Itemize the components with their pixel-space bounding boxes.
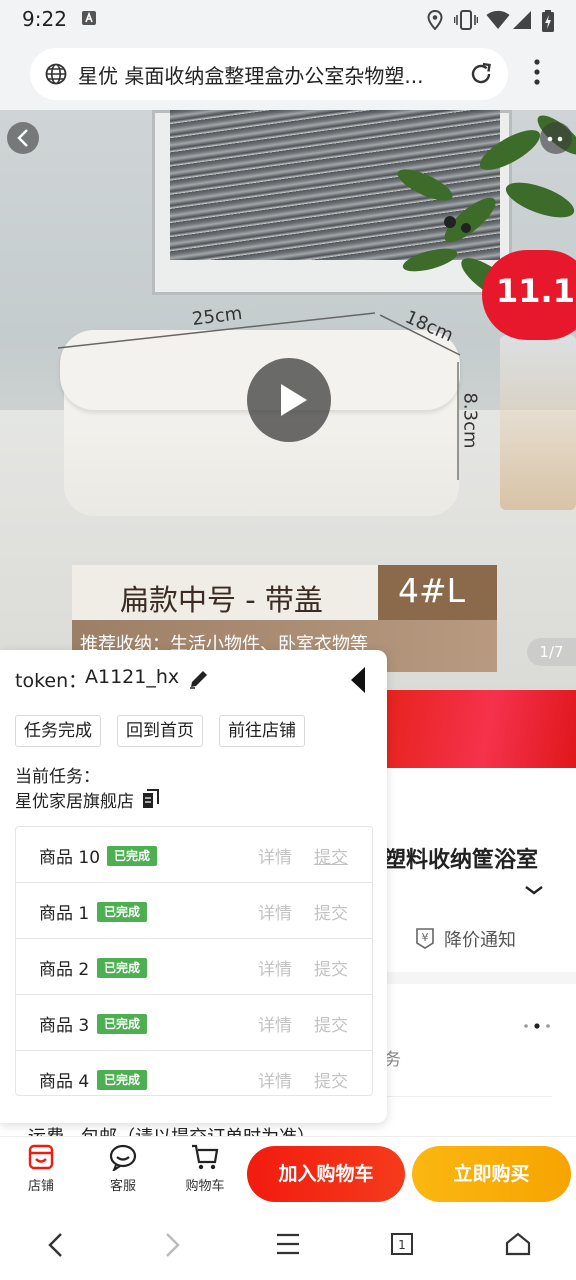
promo-badge-text: 11.11 — [496, 272, 576, 310]
caption-code: 4#L — [398, 571, 466, 610]
status-bar: 9:22 — [0, 0, 576, 40]
status-badge: 已完成 — [97, 902, 148, 922]
product-title: 塑料收纳筐浴室 — [384, 848, 539, 873]
battery-icon — [542, 10, 554, 32]
submit-link[interactable]: 提交 — [314, 1011, 348, 1036]
browser-toolbar: 星优 桌面收纳盒整理盒办公室杂物塑... — [0, 40, 576, 110]
task-item-name: 商品 2 — [39, 960, 90, 980]
back-home-button[interactable]: 回到首页 — [117, 715, 203, 747]
row-divider — [386, 1096, 552, 1097]
reload-icon[interactable] — [468, 61, 494, 87]
collapse-panel-icon[interactable] — [350, 666, 366, 694]
expand-chevron-icon[interactable] — [524, 884, 544, 896]
wifi-icon — [486, 10, 510, 29]
current-task-value: 星优家居旗舰店 — [15, 792, 134, 812]
submit-link[interactable]: 提交 — [314, 843, 348, 868]
submit-link[interactable]: 提交 — [314, 899, 348, 924]
price-tag-icon: ¥ — [416, 928, 434, 949]
promo-banner[interactable] — [380, 690, 576, 768]
submit-link[interactable]: 提交 — [314, 955, 348, 980]
product-image-gallery[interactable]: 25cm 18cm 8.3cm 扁款中号 - 带盖 4#L 推荐收纳：生活小物件… — [0, 110, 576, 690]
more-horiz-icon — [547, 136, 563, 142]
detail-link[interactable]: 详情 — [258, 899, 292, 924]
dimension-height: 8.3cm — [459, 392, 481, 449]
table-row: 商品 1 已完成 详情 提交 — [16, 883, 372, 939]
status-badge: 已完成 — [97, 1014, 148, 1034]
detail-link[interactable]: 详情 — [258, 955, 292, 980]
globe-icon — [45, 63, 67, 85]
svg-text:¥: ¥ — [422, 931, 429, 944]
table-row: 商品 4 已完成 详情 提交 — [16, 1051, 372, 1095]
text-a-icon — [82, 11, 96, 25]
buy-now-button[interactable]: 立即购买 — [412, 1146, 571, 1202]
tabs-icon[interactable]: 1 — [390, 1232, 414, 1256]
url-bar[interactable]: 星优 桌面收纳盒整理盒办公室杂物塑... — [30, 48, 508, 100]
status-time: 9:22 — [22, 7, 67, 31]
play-icon — [281, 384, 307, 416]
back-arrow-icon[interactable] — [46, 1232, 64, 1258]
detail-link[interactable]: 详情 — [258, 843, 292, 868]
table-row: 商品 2 已完成 详情 提交 — [16, 939, 372, 995]
promo-badge: 11.11 — [482, 250, 576, 340]
task-complete-button[interactable]: 任务完成 — [15, 715, 101, 747]
more-dots-icon[interactable] — [522, 1022, 552, 1030]
token-value: A1121_hx — [85, 666, 180, 688]
cart-icon — [192, 1144, 219, 1170]
chat-icon — [109, 1144, 137, 1171]
status-badge: 已完成 — [107, 846, 158, 866]
table-row: 商品 3 已完成 详情 提交 — [16, 995, 372, 1051]
status-badge: 已完成 — [97, 1070, 148, 1090]
page-title: 星优 桌面收纳盒整理盒办公室杂物塑... — [78, 64, 424, 88]
home-icon[interactable] — [505, 1232, 531, 1256]
chevron-left-icon — [17, 129, 28, 147]
task-item-name: 商品 10 — [39, 848, 101, 868]
task-item-name: 商品 3 — [39, 1016, 90, 1036]
submit-link[interactable]: 提交 — [314, 1067, 348, 1092]
status-badge: 已完成 — [97, 958, 148, 978]
table-row: 商品 10 已完成 详情 提交 — [16, 827, 372, 883]
current-task-label: 当前任务： — [15, 767, 100, 787]
section-divider — [386, 972, 576, 984]
copy-icon[interactable] — [142, 789, 160, 809]
store-icon — [28, 1144, 54, 1170]
more-button[interactable] — [540, 122, 572, 154]
customer-service-button[interactable]: 客服 — [93, 1143, 153, 1194]
forward-arrow-icon[interactable] — [164, 1232, 182, 1258]
task-list: 商品 10 已完成 详情 提交 商品 1 已完成 详情 提交 商品 2 已完成 … — [15, 826, 373, 1096]
task-item-name: 商品 4 — [39, 1072, 90, 1092]
more-vert-icon[interactable] — [530, 57, 544, 87]
task-item-name: 商品 1 — [39, 904, 90, 924]
go-to-store-button[interactable]: 前往店铺 — [219, 715, 305, 747]
bottom-action-bar: 店铺 客服 购物车 加入购物车 立即购买 — [0, 1136, 576, 1206]
system-navigation-bar: 1 — [0, 1206, 576, 1280]
location-icon — [427, 10, 443, 30]
svg-text:1: 1 — [398, 1238, 406, 1252]
back-button[interactable] — [7, 122, 39, 154]
add-to-cart-button[interactable]: 加入购物车 — [247, 1146, 405, 1202]
detail-link[interactable]: 详情 — [258, 1011, 292, 1036]
token-label: token： — [15, 670, 88, 692]
caption-main: 扁款中号 - 带盖 — [120, 583, 323, 617]
price-alert-label: 降价通知 — [444, 930, 516, 951]
store-button[interactable]: 店铺 — [11, 1143, 71, 1194]
vibrate-icon — [454, 10, 478, 30]
menu-icon[interactable] — [276, 1233, 300, 1255]
cart-button[interactable]: 购物车 — [175, 1143, 235, 1194]
image-counter: 1/7 — [527, 638, 576, 666]
edit-pencil-icon[interactable] — [188, 668, 210, 690]
task-panel: token： A1121_hx 任务完成 回到首页 前往店铺 当前任务： 星优家… — [0, 650, 387, 1123]
play-video-button[interactable] — [247, 358, 331, 442]
detail-link[interactable]: 详情 — [258, 1067, 292, 1092]
signal-icon — [513, 11, 531, 29]
